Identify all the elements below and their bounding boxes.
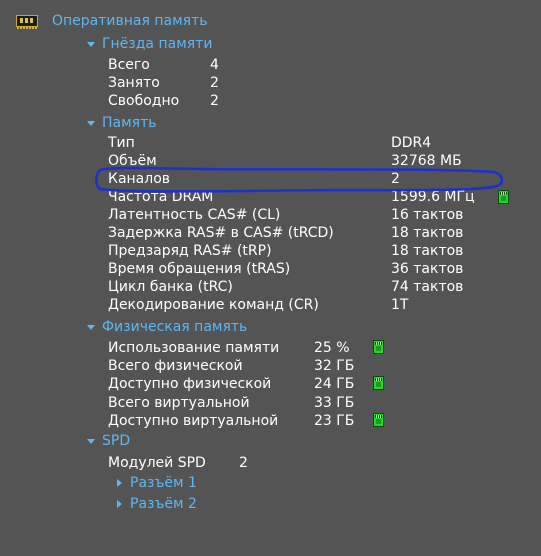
expand-triangle-icon[interactable] xyxy=(87,42,95,47)
memory-chip-icon xyxy=(498,190,509,204)
memory-cas-label: Латентность CAS# (CL) xyxy=(108,207,281,223)
slots-free-label: Свободно xyxy=(108,93,180,109)
memory-trcd-label: Задержка RAS# в CAS# (tRCD) xyxy=(108,225,334,241)
slots-total-value: 4 xyxy=(210,57,219,73)
physical-available-value: 24 ГБ xyxy=(314,376,355,392)
expand-triangle-icon[interactable] xyxy=(87,439,95,444)
slots-total-label: Всего xyxy=(108,57,150,73)
physical-total-value: 32 ГБ xyxy=(314,358,355,374)
virtual-available-value: 23 ГБ xyxy=(314,413,355,429)
virtual-available-label: Доступно виртуальной xyxy=(108,413,279,429)
memory-trcd-value: 18 тактов xyxy=(391,225,464,241)
spd-modules-label: Модулей SPD xyxy=(108,455,206,471)
ram-module-icon xyxy=(16,15,38,29)
section-physical-header[interactable]: Физическая память xyxy=(102,318,247,336)
memory-size-label: Объём xyxy=(108,153,157,169)
collapsed-triangle-icon[interactable] xyxy=(117,479,122,487)
section-spd-header[interactable]: SPD xyxy=(102,432,130,450)
memory-channels-label: Каналов xyxy=(108,171,171,187)
slots-used-value: 2 xyxy=(210,75,219,91)
spd-modules-value: 2 xyxy=(239,455,248,471)
virtual-total-value: 33 ГБ xyxy=(314,395,355,411)
memory-cr-value: 1T xyxy=(391,297,409,313)
slots-free-value: 2 xyxy=(210,93,219,109)
memory-chip-icon xyxy=(373,340,384,354)
memory-trp-value: 18 тактов xyxy=(391,243,464,259)
section-slots-header[interactable]: Гнёзда памяти xyxy=(102,35,212,53)
slots-used-label: Занято xyxy=(108,75,160,91)
virtual-total-label: Всего виртуальной xyxy=(108,395,250,411)
memory-type-value: DDR4 xyxy=(391,135,432,151)
memory-chip-icon xyxy=(373,376,384,390)
physical-available-label: Доступно физической xyxy=(108,376,272,392)
memory-cr-label: Декодирование команд (CR) xyxy=(108,297,319,313)
memory-channels-value: 2 xyxy=(391,171,400,187)
physical-usage-label: Использование памяти xyxy=(108,340,280,356)
physical-total-label: Всего физической xyxy=(108,358,243,374)
memory-tras-value: 36 тактов xyxy=(391,261,464,277)
physical-usage-value: 25 % xyxy=(314,340,350,356)
memory-size-value: 32768 МБ xyxy=(391,153,462,169)
memory-trc-label: Цикл банка (tRC) xyxy=(108,279,233,295)
section-memory-header[interactable]: Память xyxy=(102,114,157,132)
tree-root-label[interactable]: Оперативная память xyxy=(52,12,207,30)
memory-type-label: Тип xyxy=(108,135,135,151)
memory-trp-label: Предзаряд RAS# (tRP) xyxy=(108,243,272,259)
memory-frequency-value: 1599.6 МГц xyxy=(391,189,475,205)
memory-tras-label: Время обращения (tRAS) xyxy=(108,261,291,277)
memory-frequency-label: Частота DRAM xyxy=(108,189,214,205)
memory-trc-value: 74 тактов xyxy=(391,279,464,295)
memory-cas-value: 16 тактов xyxy=(391,207,464,223)
spd-slot-1[interactable]: Разъём 1 xyxy=(130,474,197,492)
expand-triangle-icon[interactable] xyxy=(87,325,95,330)
collapsed-triangle-icon[interactable] xyxy=(117,500,122,508)
spd-slot-2[interactable]: Разъём 2 xyxy=(130,495,197,513)
memory-chip-icon xyxy=(373,413,384,427)
expand-triangle-icon[interactable] xyxy=(87,121,95,126)
